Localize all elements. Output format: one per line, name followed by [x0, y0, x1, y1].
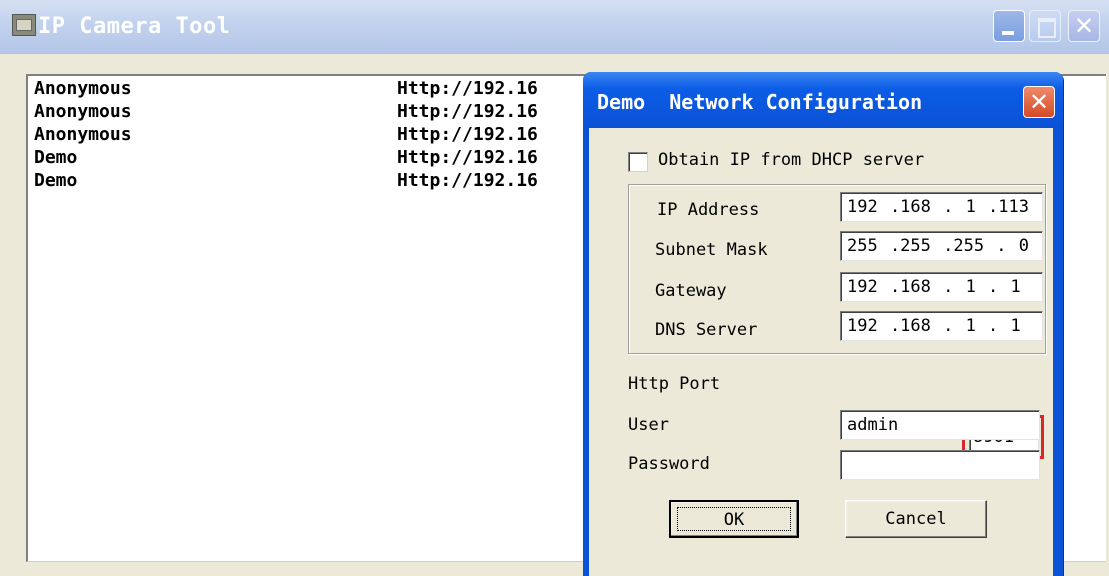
cancel-button[interactable]: Cancel — [845, 500, 987, 538]
subnet-mask-label: Subnet Mask — [655, 240, 768, 260]
device-url: Http://192.16 — [397, 124, 538, 145]
dns-server-label: DNS Server — [655, 320, 758, 340]
ip-address-label: IP Address — [657, 200, 760, 220]
device-url: Http://192.16 — [397, 78, 538, 99]
dialog-close-button[interactable]: ✕ — [1023, 86, 1055, 118]
password-label: Password — [628, 454, 710, 474]
main-titlebar[interactable]: IP Camera Tool ✕ — [0, 0, 1109, 54]
device-url: Http://192.16 — [397, 147, 538, 168]
dialog-title-text: Network Configuration — [669, 90, 923, 114]
http-port-label: Http Port — [628, 374, 721, 394]
gateway-label: Gateway — [655, 281, 727, 301]
close-icon: ✕ — [1073, 12, 1095, 40]
device-url: Http://192.16 — [397, 101, 538, 122]
close-button[interactable]: ✕ — [1068, 10, 1100, 42]
dialog-title-device: Demo — [597, 90, 646, 114]
dialog-body: Obtain IP from DHCP server IP Address 19… — [589, 128, 1053, 576]
device-name: Demo — [34, 170, 78, 191]
password-field[interactable] — [840, 450, 1040, 480]
dhcp-label: Obtain IP from DHCP server — [658, 150, 925, 170]
close-icon: ✕ — [1028, 88, 1050, 116]
user-field[interactable]: admin — [840, 410, 1040, 440]
device-url: Http://192.16 — [397, 170, 538, 191]
dns-server-field[interactable]: 192 .168 . 1 . 1 — [840, 311, 1043, 341]
user-label: User — [628, 415, 669, 435]
app-icon — [12, 14, 36, 36]
dhcp-checkbox[interactable] — [628, 152, 648, 172]
device-name: Demo — [34, 147, 78, 168]
device-name: Anonymous — [34, 101, 132, 122]
subnet-mask-field[interactable]: 255 .255 .255 . 0 — [840, 231, 1043, 261]
window-title: IP Camera Tool — [38, 14, 231, 39]
ip-address-field[interactable]: 192 .168 . 1 .113 — [840, 192, 1043, 222]
dialog-title: Demo Network Configuration — [597, 90, 922, 114]
minimize-button[interactable] — [993, 10, 1025, 42]
device-name: Anonymous — [34, 124, 132, 145]
device-name: Anonymous — [34, 78, 132, 99]
network-config-dialog: Demo Network Configuration ✕ Obtain IP f… — [583, 72, 1063, 576]
gateway-field[interactable]: 192 .168 . 1 . 1 — [840, 272, 1043, 302]
ok-button[interactable]: OK — [669, 500, 799, 538]
maximize-button[interactable] — [1029, 10, 1061, 42]
dialog-titlebar[interactable]: Demo Network Configuration ✕ — [583, 72, 1063, 128]
ok-focus-ring — [677, 507, 791, 531]
